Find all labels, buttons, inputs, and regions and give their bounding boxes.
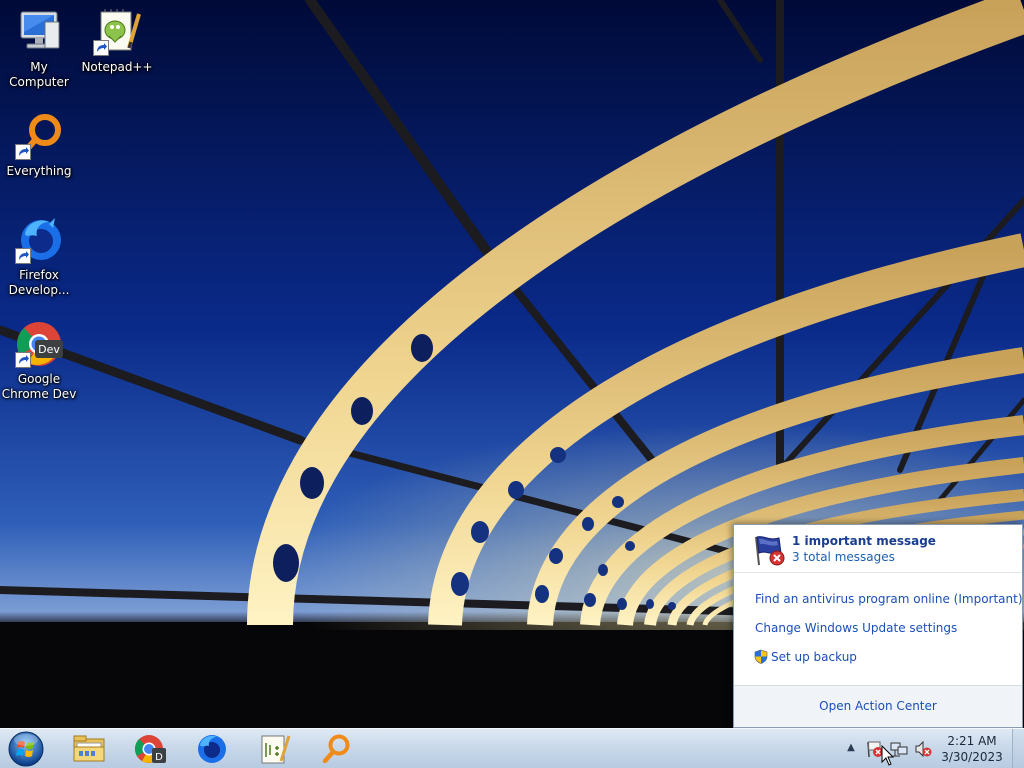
clock-time: 2:21 AM bbox=[947, 734, 997, 748]
desktop-icon-notepad-plus-plus[interactable]: Notepad++ bbox=[78, 8, 156, 75]
everything-search-icon bbox=[322, 734, 350, 764]
computer-icon bbox=[15, 8, 63, 56]
taskbar-chrome-dev-button[interactable]: D bbox=[121, 731, 179, 767]
windows-orb-icon bbox=[8, 731, 44, 767]
desktop-icon-my-computer[interactable]: My Computer bbox=[0, 8, 78, 90]
desktop-icon-firefox-developer[interactable]: Firefox Develop... bbox=[0, 216, 78, 298]
total-message-count[interactable]: 3 total messages bbox=[792, 550, 895, 564]
open-action-center-link[interactable]: Open Action Center bbox=[734, 685, 1022, 727]
set-up-backup-label: Set up backup bbox=[771, 650, 857, 664]
shortcut-arrow-icon bbox=[15, 352, 31, 368]
flyout-header: 1 important message 3 total messages bbox=[734, 525, 1022, 573]
mouse-cursor-icon bbox=[881, 744, 895, 767]
important-message-count[interactable]: 1 important message bbox=[792, 534, 936, 548]
taskbar-everything-button[interactable] bbox=[307, 731, 365, 767]
desktop-icon-everything[interactable]: Everything bbox=[0, 112, 78, 179]
taskbar-explorer-button[interactable] bbox=[60, 731, 118, 767]
firefox-developer-icon bbox=[15, 216, 63, 264]
taskbar: D ▲ 2:21 AM 3/30/2023 bbox=[0, 728, 1024, 768]
desktop-icon-label: Firefox Develop... bbox=[8, 268, 70, 297]
shortcut-arrow-icon bbox=[15, 144, 31, 160]
svg-text:Dev: Dev bbox=[38, 343, 60, 356]
uac-shield-icon bbox=[754, 649, 768, 664]
taskbar-firefox-button[interactable] bbox=[183, 731, 241, 767]
volume-muted-icon[interactable] bbox=[914, 740, 932, 758]
action-center-links: Find an antivirus program online (Import… bbox=[734, 573, 1023, 685]
shortcut-arrow-icon bbox=[15, 248, 31, 264]
action-center-flyout: 1 important message 3 total messages Fin… bbox=[733, 524, 1023, 728]
taskbar-notepad-plus-plus-button[interactable] bbox=[245, 731, 303, 767]
chrome-dev-icon: Dev bbox=[15, 320, 63, 368]
set-up-backup-link[interactable]: Set up backup bbox=[754, 649, 857, 664]
desktop-icon-label: Notepad++ bbox=[81, 60, 153, 74]
system-clock[interactable]: 2:21 AM 3/30/2023 bbox=[936, 732, 1008, 766]
firefox-icon bbox=[198, 735, 226, 763]
action-center-flag-icon bbox=[752, 533, 786, 567]
desktop-icon-google-chrome-dev[interactable]: Dev Google Chrome Dev bbox=[0, 320, 78, 402]
find-antivirus-link[interactable]: Find an antivirus program online (Import… bbox=[755, 592, 1023, 606]
desktop-icon-label: Google Chrome Dev bbox=[1, 372, 77, 401]
folder-icon bbox=[73, 735, 105, 762]
shortcut-arrow-icon bbox=[93, 40, 109, 56]
svg-text:D: D bbox=[155, 752, 163, 763]
notepad-plus-plus-icon bbox=[93, 8, 141, 56]
desktop-icon-label: Everything bbox=[6, 164, 72, 178]
everything-search-icon bbox=[15, 112, 63, 160]
show-hidden-icons-button[interactable]: ▲ bbox=[844, 741, 858, 755]
clock-date: 3/30/2023 bbox=[941, 750, 1003, 764]
windows-update-settings-link[interactable]: Change Windows Update settings bbox=[755, 621, 957, 635]
notepad-plus-plus-icon bbox=[261, 735, 291, 764]
show-desktop-button[interactable] bbox=[1012, 729, 1024, 768]
desktop-icon-label: My Computer bbox=[9, 60, 69, 89]
start-button[interactable] bbox=[4, 730, 48, 768]
chrome-dev-icon: D bbox=[135, 735, 166, 763]
